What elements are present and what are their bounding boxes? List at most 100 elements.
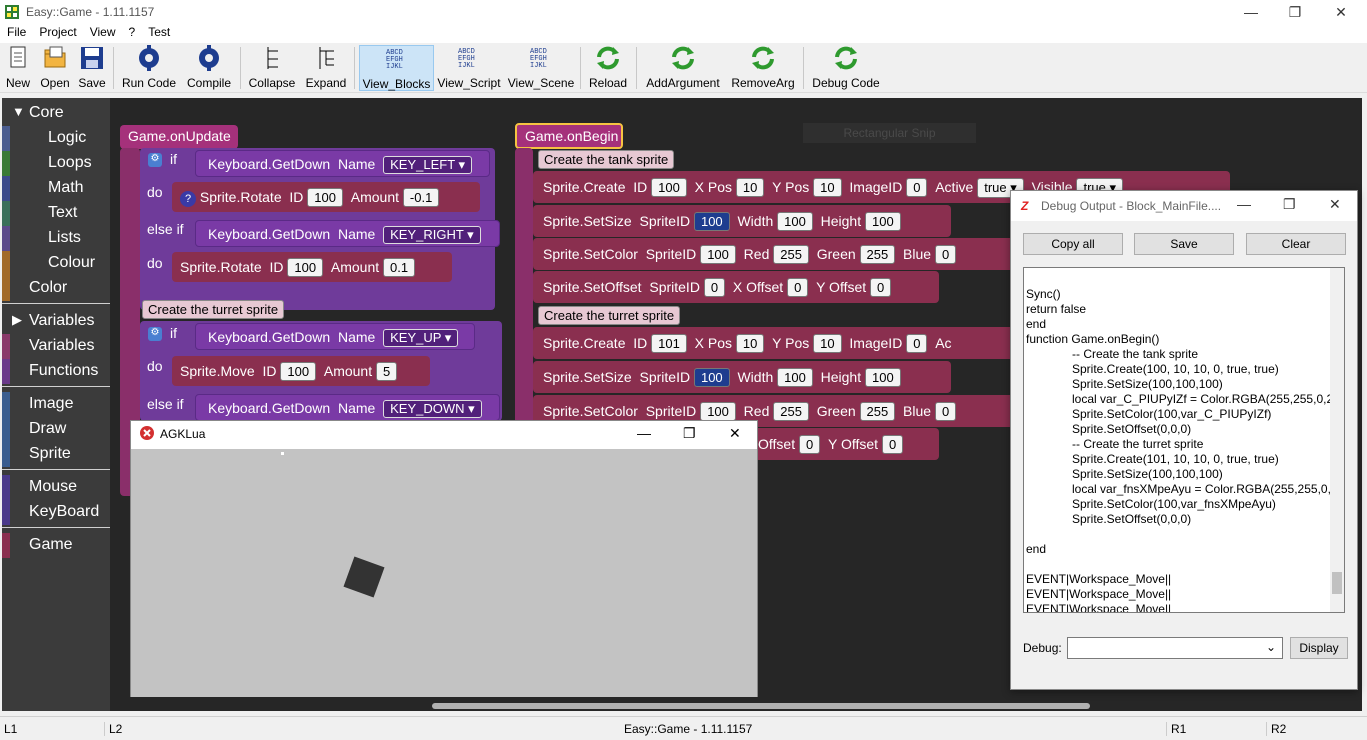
height-input[interactable]: 100	[864, 212, 901, 231]
amount-input[interactable]: 5	[376, 362, 398, 381]
category-draw[interactable]: Draw	[2, 417, 110, 442]
clear-button[interactable]: Clear	[1246, 233, 1346, 255]
red-input[interactable]: 255	[773, 402, 809, 421]
comment-block[interactable]: Create the turret sprite	[142, 300, 285, 319]
gear-icon[interactable]: ⚙	[148, 153, 162, 167]
imageid-input[interactable]: 0	[906, 334, 928, 353]
category-colour[interactable]: Colour	[2, 251, 110, 276]
maximize-button[interactable]: ❐	[1283, 196, 1296, 213]
sprite-rotate-block-1[interactable]: ? Sprite.Rotate ID 100 Amount -0.1	[172, 182, 480, 212]
green-input[interactable]: 255	[859, 402, 896, 421]
category-game[interactable]: Game	[2, 533, 110, 558]
category-image[interactable]: Image	[2, 392, 110, 417]
copy-all-button[interactable]: Copy all	[1023, 233, 1123, 255]
id-input[interactable]: 101	[651, 334, 687, 353]
width-input[interactable]: 100	[777, 212, 813, 231]
red-input[interactable]: 255	[773, 245, 809, 264]
minimize-button[interactable]: —	[637, 425, 651, 441]
sprite-setsize-block-1[interactable]: Sprite.SetSize SpriteID 100 Width 100 He…	[533, 205, 951, 237]
category-color[interactable]: Color	[2, 276, 110, 301]
keyboard-getdown-up-block[interactable]: Keyboard.GetDown Name KEY_UP ▾	[195, 323, 475, 350]
green-input[interactable]: 255	[859, 245, 896, 264]
keyboard-getdown-right-block[interactable]: Keyboard.GetDown Name KEY_RIGHT ▾	[195, 220, 500, 247]
menu-view[interactable]: View	[83, 24, 122, 39]
save-button[interactable]: Save	[77, 45, 107, 91]
key-dropdown[interactable]: KEY_RIGHT ▾	[383, 226, 481, 244]
menu-test[interactable]: Test	[141, 24, 176, 39]
category-functions[interactable]: Functions	[2, 359, 110, 384]
minimize-button[interactable]: —	[1237, 196, 1251, 212]
spriteid-input[interactable]: 100	[700, 402, 736, 421]
ypos-input[interactable]: 10	[813, 178, 842, 197]
spriteid-input[interactable]: 100	[693, 368, 730, 387]
compile-button[interactable]: Compile	[184, 45, 234, 91]
sprite-rotate-block-2[interactable]: Sprite.Rotate ID 100 Amount 0.1	[172, 252, 452, 282]
key-dropdown[interactable]: KEY_LEFT ▾	[383, 156, 473, 174]
keyboard-getdown-left-block[interactable]: Keyboard.GetDown Name KEY_LEFT ▾	[195, 150, 490, 177]
workspace-horizontal-scrollbar[interactable]	[432, 703, 1090, 709]
id-input[interactable]: 100	[287, 258, 324, 277]
spriteid-input[interactable]: 100	[700, 245, 736, 264]
view-script-button[interactable]: ABCD EFGH IJKL View_Script	[437, 45, 501, 91]
on-update-hat-block[interactable]: Game.onUpdate	[120, 125, 238, 149]
close-button[interactable]: ✕	[729, 425, 741, 442]
id-input[interactable]: 100	[651, 178, 687, 197]
debug-select[interactable]: ⌄	[1067, 637, 1283, 659]
amount-input[interactable]: -0.1	[402, 188, 440, 207]
view-scene-button[interactable]: ABCD EFGH IJKL View_Scene	[507, 45, 575, 91]
imageid-input[interactable]: 0	[906, 178, 928, 197]
amount-input[interactable]: 0.1	[383, 258, 416, 277]
category-loops[interactable]: Loops	[2, 151, 110, 176]
ypos-input[interactable]: 10	[813, 334, 842, 353]
remove-arg-button[interactable]: RemoveArg	[729, 45, 797, 91]
yoffset-input[interactable]: 0	[870, 278, 892, 297]
menu-help[interactable]: ?	[122, 24, 142, 39]
id-input[interactable]: 100	[280, 362, 317, 381]
help-icon[interactable]: ?	[180, 191, 196, 207]
xpos-input[interactable]: 10	[735, 334, 765, 353]
category-sprite[interactable]: Sprite	[2, 442, 110, 467]
reload-button[interactable]: Reload	[586, 45, 630, 91]
xoffset-input[interactable]: 0	[787, 278, 809, 297]
run-code-button[interactable]: Run Code	[120, 45, 178, 91]
width-input[interactable]: 100	[777, 368, 813, 387]
category-lists[interactable]: Lists	[2, 226, 110, 251]
log-vertical-scrollbar[interactable]	[1330, 268, 1344, 612]
view-blocks-button[interactable]: ABCD EFGH IJKL View_Blocks	[359, 45, 434, 91]
gear-icon[interactable]: ⚙	[148, 327, 162, 341]
display-button[interactable]: Display	[1290, 637, 1348, 659]
spriteid-input[interactable]: 100	[693, 212, 730, 231]
save-output-button[interactable]: Save	[1134, 233, 1234, 255]
category-variables-group[interactable]: ▶ Variables	[2, 309, 110, 334]
category-keyboard[interactable]: KeyBoard	[2, 500, 110, 525]
category-mouse[interactable]: Mouse	[2, 475, 110, 500]
scrollbar-thumb[interactable]	[1332, 572, 1342, 594]
blue-input[interactable]: 0	[934, 245, 957, 264]
comment-block[interactable]: Create the turret sprite	[538, 306, 681, 325]
close-button[interactable]: ✕	[1329, 196, 1341, 213]
height-input[interactable]: 100	[864, 368, 901, 387]
category-math[interactable]: Math	[2, 176, 110, 201]
menu-file[interactable]: File	[0, 24, 32, 39]
debug-code-button[interactable]: Debug Code	[809, 45, 883, 91]
game-canvas[interactable]	[131, 449, 757, 697]
category-core[interactable]: ▼ Core	[2, 101, 110, 126]
sprite-setoffset-block-2[interactable]: Offset 0 Y Offset 0	[750, 428, 939, 460]
sprite-setsize-block-2[interactable]: Sprite.SetSize SpriteID 100 Width 100 He…	[533, 361, 951, 393]
xpos-input[interactable]: 10	[735, 178, 765, 197]
minimize-button[interactable]: —	[1228, 2, 1274, 22]
debug-log-textarea[interactable]: Sync() return false end function Game.on…	[1023, 267, 1345, 613]
on-begin-hat-block[interactable]: Game.onBegin	[515, 123, 623, 149]
key-dropdown[interactable]: KEY_DOWN ▾	[383, 400, 482, 418]
blue-input[interactable]: 0	[934, 402, 957, 421]
category-text[interactable]: Text	[2, 201, 110, 226]
new-button[interactable]: New	[3, 45, 33, 91]
add-argument-button[interactable]: AddArgument	[642, 45, 724, 91]
key-dropdown[interactable]: KEY_UP ▾	[383, 329, 459, 347]
id-input[interactable]: 100	[307, 188, 343, 207]
yoffset-input[interactable]: 0	[881, 435, 904, 454]
category-logic[interactable]: Logic	[2, 126, 110, 151]
spriteid-input[interactable]: 0	[703, 278, 726, 297]
menu-project[interactable]: Project	[32, 24, 82, 39]
restore-button[interactable]: ❐	[1272, 2, 1318, 22]
